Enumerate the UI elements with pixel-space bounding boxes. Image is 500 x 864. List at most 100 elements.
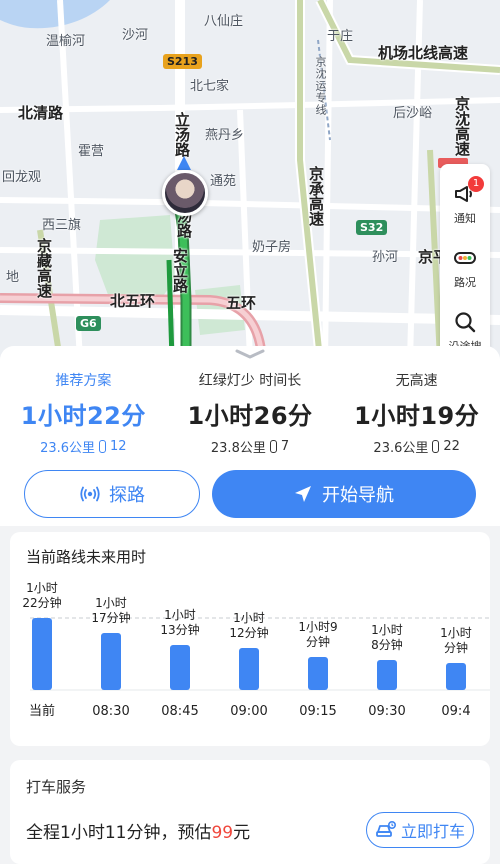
broadcast-icon bbox=[80, 486, 100, 502]
chart-bar bbox=[446, 663, 466, 690]
action-buttons: 探路 开始导航 bbox=[24, 470, 476, 518]
route-distance: 23.6公里 bbox=[40, 441, 96, 456]
map-label: 后沙峪 bbox=[393, 106, 433, 121]
route-sheet: 推荐方案 1小时22分 23.6公里 12 红绿灯少 时间长 1小时26分 23… bbox=[0, 346, 500, 864]
chart-bar bbox=[377, 660, 397, 690]
explore-route-button[interactable]: 探路 bbox=[24, 470, 200, 518]
map-label: 五环 bbox=[226, 294, 257, 312]
route-option-recommended[interactable]: 推荐方案 1小时22分 23.6公里 12 bbox=[0, 370, 167, 456]
route-option-fewer-lights[interactable]: 红绿灯少 时间长 1小时26分 23.8公里 7 bbox=[167, 370, 334, 456]
bar-value-label: 22分钟 bbox=[22, 595, 61, 610]
explore-route-label: 探路 bbox=[109, 485, 145, 506]
bar-value-label: 分钟 bbox=[444, 640, 468, 655]
bar-value-label: 1小时 bbox=[26, 581, 58, 595]
map-label: 立汤路 bbox=[173, 112, 191, 157]
future-time-chart: 1小时22分钟当前1小时17分钟08:301小时13分钟08:451小时12分钟… bbox=[22, 581, 490, 719]
route-name: 红绿灯少 时间长 bbox=[198, 373, 302, 389]
taxi-estimate: 全程1小时11分钟，预估99元 bbox=[26, 818, 250, 843]
avatar[interactable] bbox=[162, 170, 208, 216]
taxi-icon bbox=[376, 820, 396, 837]
map-label: 沙河 bbox=[122, 28, 149, 43]
route-name: 无高速 bbox=[395, 373, 438, 389]
map-label: 西三旗 bbox=[42, 218, 82, 233]
chevron-down-icon[interactable] bbox=[234, 348, 266, 360]
map-label: 通苑 bbox=[210, 174, 237, 189]
route-distance: 23.8公里 bbox=[210, 441, 266, 456]
chart-bar bbox=[239, 648, 259, 690]
map-label: 北清路 bbox=[18, 104, 64, 122]
search-icon bbox=[455, 312, 476, 333]
taxi-price: 99 bbox=[211, 823, 234, 843]
bar-value-label: 1小时 bbox=[371, 623, 403, 637]
route-meta: 23.8公里 7 bbox=[167, 437, 334, 456]
route-options-panel: 推荐方案 1小时22分 23.6公里 12 红绿灯少 时间长 1小时26分 23… bbox=[0, 346, 500, 526]
map-label: 安立路 bbox=[171, 248, 189, 293]
future-time-card: 当前路线未来用时 1小时 22分钟 当前 1小时 17分钟 08:30 1小时 13分钟 08:… bbox=[10, 532, 490, 746]
route-time: 1小时26分 bbox=[187, 402, 313, 430]
route-meta: 23.6公里 12 bbox=[0, 437, 167, 456]
call-taxi-button[interactable]: 立即打车 bbox=[366, 812, 474, 848]
traffic-light-icon bbox=[432, 440, 440, 453]
traffic-icon bbox=[454, 252, 476, 264]
traffic-button[interactable]: 路况 bbox=[440, 236, 490, 300]
x-tick-label: 09:4 bbox=[441, 704, 470, 719]
map-label: 孙河 bbox=[372, 250, 399, 265]
call-taxi-label: 立即打车 bbox=[400, 822, 465, 841]
route-lights: 22 bbox=[443, 439, 460, 454]
taxi-service-card: 打车服务 全程1小时11分钟，预估99元 立即打车 bbox=[10, 760, 490, 864]
map-label: 霍营 bbox=[78, 144, 105, 159]
road-shield: S213 bbox=[163, 54, 202, 69]
notification-label: 通知 bbox=[454, 212, 476, 225]
route-name: 推荐方案 bbox=[55, 373, 112, 389]
start-navigation-button[interactable]: 开始导航 bbox=[212, 470, 476, 518]
bar-value-label: 13分钟 bbox=[160, 622, 199, 637]
taxi-estimate-suffix: 元 bbox=[233, 823, 251, 843]
road-shield: G6 bbox=[76, 316, 101, 331]
route-lights: 7 bbox=[280, 439, 290, 454]
bar-value-label: 1小时 bbox=[164, 608, 196, 622]
route-option-no-highway[interactable]: 无高速 1小时19分 23.6公里 22 bbox=[333, 370, 500, 456]
chart-bar bbox=[308, 657, 328, 690]
notification-button[interactable]: 1 通知 bbox=[440, 172, 490, 236]
route-meta: 23.6公里 22 bbox=[333, 437, 500, 456]
route-time: 1小时22分 bbox=[20, 402, 146, 430]
map-label: 京藏高速 bbox=[35, 238, 53, 298]
bar-value-label: 1小时 bbox=[95, 596, 127, 610]
route-options: 推荐方案 1小时22分 23.6公里 12 红绿灯少 时间长 1小时26分 23… bbox=[0, 370, 500, 456]
map-label: 奶子房 bbox=[252, 240, 292, 255]
map-side-panel: 1 通知 路况 沿途搜 bbox=[440, 164, 490, 360]
bar-value-label: 分钟 bbox=[306, 634, 330, 649]
x-tick-label: 当前 bbox=[29, 703, 55, 719]
chart-bar bbox=[170, 645, 190, 690]
chart-bar bbox=[32, 618, 52, 690]
map-label: 机场北线高速 bbox=[378, 44, 469, 62]
map-label: 北七家 bbox=[190, 79, 230, 94]
taxi-estimate-prefix: 全程1小时11分钟，预估 bbox=[26, 823, 212, 843]
bar-value-label: 1小时 bbox=[440, 626, 472, 640]
bar-value-label: 1小时 bbox=[233, 611, 265, 625]
x-tick-label: 09:15 bbox=[299, 704, 336, 719]
road-shield: S32 bbox=[356, 220, 388, 235]
traffic-light-icon bbox=[99, 440, 107, 453]
map-label: 燕丹乡 bbox=[205, 128, 245, 143]
map-label: 京沈运专线 bbox=[314, 56, 327, 116]
navigation-arrow-icon bbox=[295, 486, 311, 502]
map-label: 京沈高速 bbox=[453, 96, 471, 156]
x-tick-label: 09:00 bbox=[230, 704, 267, 719]
taxi-title: 打车服务 bbox=[26, 778, 87, 796]
x-tick-label: 08:45 bbox=[161, 704, 198, 719]
notification-badge: 1 bbox=[468, 176, 484, 192]
x-tick-label: 08:30 bbox=[92, 704, 129, 719]
bar-value-label: 17分钟 bbox=[91, 610, 130, 625]
map-label: 八仙庄 bbox=[204, 14, 244, 29]
heading-arrow bbox=[177, 156, 191, 170]
map-label: 于庄 bbox=[327, 29, 354, 44]
map-view[interactable]: 温榆河 沙河 八仙庄 于庄 机场北线高速 S213 北七家 北清路 京沈运专线 … bbox=[0, 0, 500, 360]
route-lights: 12 bbox=[110, 439, 127, 454]
chart-bar bbox=[101, 633, 121, 690]
map-label: 地 bbox=[6, 270, 20, 285]
traffic-label: 路况 bbox=[454, 276, 476, 289]
map-label: 北五环 bbox=[110, 292, 156, 310]
map-label: 温榆河 bbox=[46, 34, 86, 49]
bar-value-label: 12分钟 bbox=[229, 625, 268, 640]
